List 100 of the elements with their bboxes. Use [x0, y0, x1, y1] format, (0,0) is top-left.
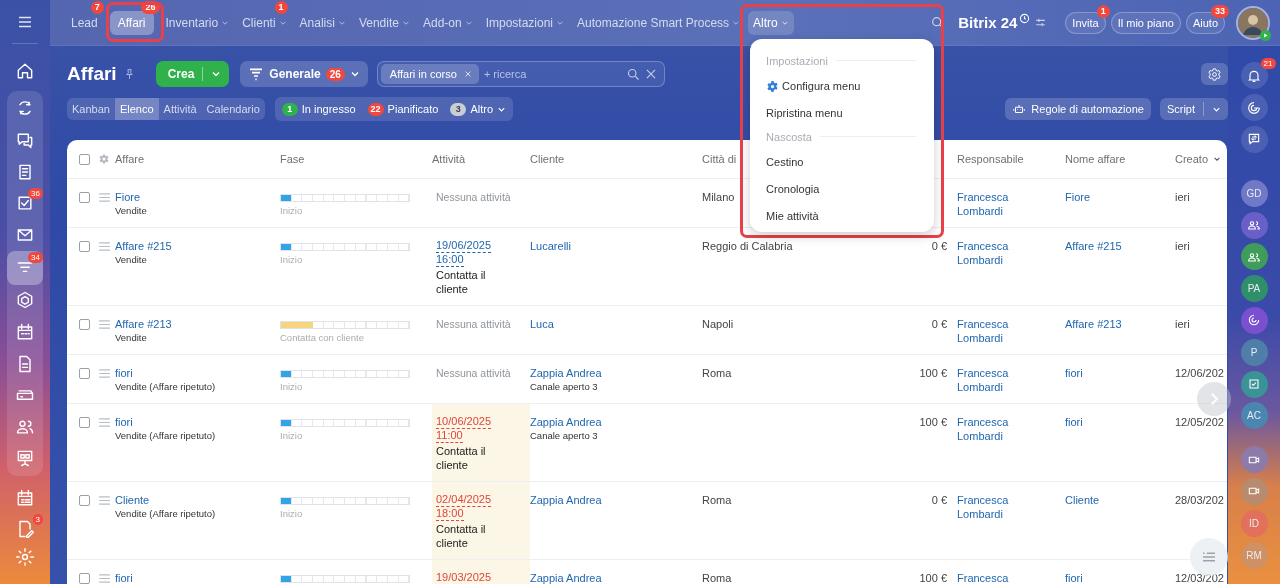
activity-date[interactable]: 19/06/2025: [436, 239, 492, 253]
owner-link[interactable]: Francesca Lombardi: [957, 415, 1037, 443]
row-checkbox[interactable]: [79, 494, 90, 506]
checkbox-avatar-icon[interactable]: [1240, 370, 1268, 398]
counter-label[interactable]: In ingresso: [301, 103, 356, 115]
column-header[interactable]: Creato: [1175, 153, 1222, 165]
settings-icon[interactable]: [98, 153, 110, 165]
sliders-icon[interactable]: [1034, 16, 1048, 29]
column-header[interactable]: Responsabile: [957, 153, 1024, 165]
deal-name-link[interactable]: Affare #215: [1065, 239, 1122, 253]
group-avatar-icon[interactable]: [1240, 211, 1268, 239]
row-checkbox[interactable]: [79, 191, 90, 203]
drag-handle-icon[interactable]: [98, 241, 111, 251]
contact-avatar[interactable]: ID: [1240, 509, 1268, 537]
column-header[interactable]: Nome affare: [1065, 153, 1126, 165]
activity-date[interactable]: 02/04/2025: [436, 493, 492, 507]
row-checkbox[interactable]: [79, 318, 90, 330]
filter-chip[interactable]: Affari in corso: [380, 64, 479, 84]
view-tab[interactable]: Elenco: [114, 98, 159, 120]
column-header[interactable]: Affare: [115, 153, 145, 165]
client-link[interactable]: Luca: [530, 317, 554, 331]
client-link[interactable]: Lucarelli: [530, 239, 571, 253]
activity-time[interactable]: 16:00: [436, 253, 464, 267]
deal-link[interactable]: Cliente: [115, 493, 150, 507]
contact-avatar[interactable]: AC: [1240, 402, 1268, 430]
user-avatar[interactable]: [1236, 5, 1270, 40]
deal-name-link[interactable]: Cliente: [1065, 493, 1100, 507]
view-tab[interactable]: Calendario: [201, 98, 265, 120]
activity-time[interactable]: 11:00: [436, 429, 463, 443]
rail-item[interactable]: 3: [7, 513, 43, 545]
deal-link[interactable]: fiori: [115, 571, 133, 584]
drag-handle-icon[interactable]: [98, 368, 111, 378]
row-checkbox[interactable]: [79, 240, 90, 252]
close-icon[interactable]: [463, 70, 472, 78]
row-checkbox[interactable]: [79, 416, 90, 428]
column-header[interactable]: Attività: [432, 153, 465, 165]
owner-link[interactable]: Francesca Lombardi: [957, 493, 1037, 521]
column-header[interactable]: Cliente: [530, 153, 565, 165]
select-all-checkbox[interactable]: [79, 153, 90, 165]
owner-link[interactable]: Francesca Lombardi: [957, 239, 1037, 267]
client-link[interactable]: Zappia Andrea: [530, 366, 602, 380]
scroll-right-button[interactable]: [1197, 382, 1231, 416]
activity-time[interactable]: 18:00: [436, 507, 464, 521]
drag-handle-icon[interactable]: [98, 319, 111, 329]
nav-tab[interactable]: Automazione Smart Process: [572, 10, 746, 35]
menu-item[interactable]: Configura menu: [766, 72, 917, 100]
create-button[interactable]: Crea: [155, 61, 230, 87]
client-link[interactable]: Zappia Andrea: [530, 493, 602, 507]
row-checkbox[interactable]: [79, 572, 90, 584]
deal-link[interactable]: fiori: [115, 415, 133, 429]
nav-tab[interactable]: Impostazioni: [480, 10, 570, 35]
nav-tab[interactable]: Analisi: [294, 10, 351, 35]
contact-avatar[interactable]: GD: [1240, 179, 1268, 207]
drag-handle-icon[interactable]: [98, 573, 111, 583]
search-field[interactable]: Affari in corso + ricerca: [376, 61, 665, 87]
owner-link[interactable]: Francesca Lombardi: [957, 190, 1037, 218]
counter-label[interactable]: Pianificato: [387, 103, 439, 115]
owner-link[interactable]: Francesca Lombardi: [957, 317, 1037, 345]
nav-tab[interactable]: Vendite: [353, 10, 415, 35]
owner-link[interactable]: Francesca: [957, 571, 1009, 584]
view-tab[interactable]: Attività: [158, 98, 202, 120]
contact-avatar[interactable]: P: [1240, 338, 1268, 366]
counter-label[interactable]: Altro: [470, 103, 493, 115]
menu-item[interactable]: Mie attività: [766, 202, 917, 230]
group-avatar-icon[interactable]: [1240, 243, 1268, 271]
deal-link[interactable]: fiori: [115, 366, 133, 380]
drag-handle-icon[interactable]: [98, 417, 111, 427]
rail-item[interactable]: 36: [7, 187, 43, 220]
automation-button[interactable]: Regole di automazione: [1005, 98, 1151, 120]
menu-item[interactable]: Ripristina menu: [766, 99, 917, 127]
contact-avatar[interactable]: PA: [1240, 275, 1268, 303]
chat-icon[interactable]: [1240, 126, 1268, 153]
column-header[interactable]: Città di: [702, 153, 737, 165]
nav-tab[interactable]: Inventario: [160, 10, 235, 35]
spiral-icon[interactable]: [1240, 94, 1268, 122]
spiral-avatar-icon[interactable]: [1240, 306, 1268, 334]
drag-handle-icon[interactable]: [98, 192, 111, 202]
activity-date[interactable]: 10/06/2025: [436, 415, 492, 429]
column-header[interactable]: Fase: [280, 153, 305, 165]
rail-item[interactable]: 34: [7, 250, 43, 285]
row-checkbox[interactable]: [79, 367, 90, 379]
deal-name-link[interactable]: fiori: [1065, 415, 1083, 429]
nav-tab[interactable]: Add-on: [417, 10, 478, 35]
settings-button[interactable]: [1201, 63, 1228, 85]
drag-handle-icon[interactable]: [98, 495, 111, 505]
deal-name-link[interactable]: fiori: [1065, 366, 1083, 380]
nav-tab[interactable]: Altro: [748, 10, 794, 35]
deal-name-link[interactable]: Fiore: [1065, 190, 1091, 204]
deal-link[interactable]: Affare #215: [115, 239, 172, 253]
nav-tab[interactable]: Affari: [109, 10, 154, 35]
deal-link[interactable]: Fiore: [115, 190, 141, 204]
menu-item[interactable]: Cronologia: [766, 175, 917, 203]
deal-name-link[interactable]: Affare #213: [1065, 317, 1122, 331]
client-link[interactable]: Zappia Andrea: [530, 571, 602, 584]
logo[interactable]: Bitrix 24: [958, 14, 1018, 31]
video-camera-icon[interactable]: [1240, 477, 1268, 505]
client-link[interactable]: Zappia Andrea: [530, 415, 602, 429]
owner-link[interactable]: Francesca Lombardi: [957, 366, 1037, 394]
script-button[interactable]: Script: [1159, 98, 1228, 120]
deal-name-link[interactable]: fiori: [1065, 571, 1083, 584]
